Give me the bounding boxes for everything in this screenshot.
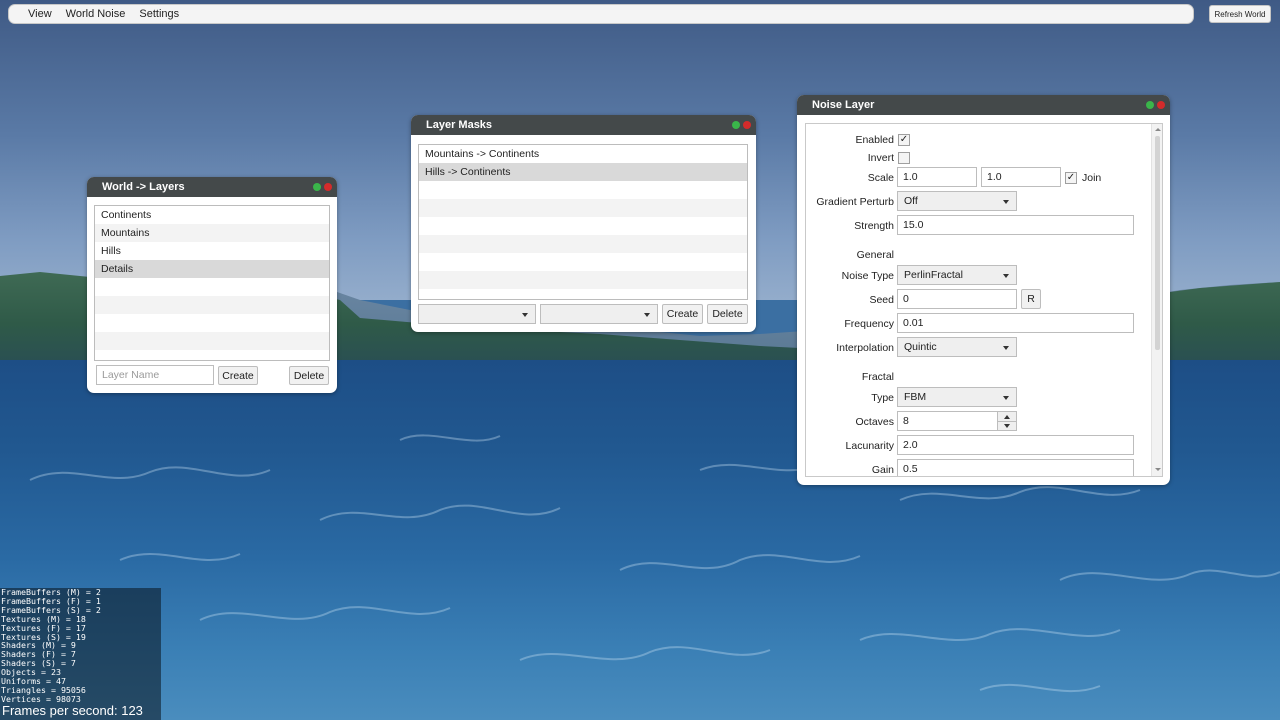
- layers-list: Continents Mountains Hills Details: [94, 205, 330, 361]
- empty-row: [95, 296, 329, 314]
- chevron-down-icon: [1003, 274, 1009, 278]
- octaves-input[interactable]: [897, 411, 998, 431]
- list-item[interactable]: Hills: [95, 242, 329, 260]
- random-seed-button[interactable]: R: [1021, 289, 1041, 309]
- scroll-down-icon[interactable]: [1155, 468, 1161, 471]
- scroll-up-icon[interactable]: [1155, 128, 1161, 131]
- window-title: Noise Layer: [812, 99, 875, 111]
- maximize-dot-icon[interactable]: [1146, 101, 1154, 109]
- world-layers-title-bar[interactable]: World -> Layers: [87, 177, 337, 197]
- gradient-perturb-dropdown[interactable]: Off: [897, 191, 1017, 211]
- interpolation-dropdown[interactable]: Quintic: [897, 337, 1017, 357]
- delete-mask-button[interactable]: Delete: [707, 304, 748, 324]
- layer-name-input[interactable]: [96, 365, 214, 385]
- maximize-dot-icon[interactable]: [313, 183, 321, 191]
- combo-value: Off: [904, 195, 918, 207]
- masks-list: Mountains -> Continents Hills -> Contine…: [418, 144, 748, 300]
- scrollbar-thumb[interactable]: [1155, 136, 1160, 350]
- world-layers-window: World -> Layers Continents Mountains Hil…: [87, 177, 337, 393]
- mask-target-dropdown[interactable]: [540, 304, 658, 324]
- window-title: Layer Masks: [426, 119, 493, 131]
- fractal-type-label: Type: [871, 392, 894, 404]
- octaves-stepper[interactable]: [997, 411, 1017, 431]
- join-checkbox[interactable]: ✓: [1065, 172, 1077, 184]
- properties-scrollbar[interactable]: [1151, 124, 1162, 476]
- render-stats-overlay: FrameBuffers (M) = 2 FrameBuffers (F) = …: [0, 588, 161, 720]
- close-dot-icon[interactable]: [324, 183, 332, 191]
- frequency-input[interactable]: [897, 313, 1134, 333]
- noise-layer-window: Noise Layer Enabled ✓ Invert Scale ✓ Joi…: [797, 95, 1170, 485]
- lacunarity-input[interactable]: [897, 435, 1134, 455]
- maximize-dot-icon[interactable]: [732, 121, 740, 129]
- noise-type-dropdown[interactable]: PerlinFractal: [897, 265, 1017, 285]
- refresh-world-button[interactable]: Refresh World: [1209, 5, 1271, 23]
- empty-row: [95, 314, 329, 332]
- gradient-perturb-label: Gradient Perturb: [816, 196, 894, 208]
- octaves-label: Octaves: [855, 416, 894, 428]
- empty-row: [419, 253, 747, 271]
- chevron-down-icon: [644, 313, 650, 317]
- chevron-down-icon: [1003, 200, 1009, 204]
- scale-y-input[interactable]: [981, 167, 1061, 187]
- noise-properties-panel: Enabled ✓ Invert Scale ✓ Join Gradient P…: [805, 123, 1163, 477]
- lacunarity-label: Lacunarity: [845, 440, 894, 452]
- noise-type-label: Noise Type: [841, 270, 894, 282]
- close-dot-icon[interactable]: [743, 121, 751, 129]
- menu-view[interactable]: View: [21, 8, 59, 20]
- delete-layer-button[interactable]: Delete: [289, 366, 329, 385]
- menu-settings[interactable]: Settings: [132, 8, 186, 20]
- frequency-label: Frequency: [844, 318, 894, 330]
- chevron-down-icon: [522, 313, 528, 317]
- gain-input[interactable]: [897, 459, 1134, 476]
- list-item[interactable]: Continents: [95, 206, 329, 224]
- empty-row: [419, 235, 747, 253]
- layer-masks-window: Layer Masks Mountains -> Continents Hill…: [411, 115, 756, 332]
- strength-label: Strength: [854, 220, 894, 232]
- list-item[interactable]: Mountains -> Continents: [419, 145, 747, 163]
- invert-checkbox[interactable]: [898, 152, 910, 164]
- enabled-checkbox[interactable]: ✓: [898, 134, 910, 146]
- list-item-selected[interactable]: Hills -> Continents: [419, 163, 747, 181]
- chevron-down-icon: [1003, 346, 1009, 350]
- stepper-down-icon[interactable]: [1004, 424, 1010, 428]
- menu-world-noise[interactable]: World Noise: [59, 8, 133, 20]
- fractal-section-label: Fractal: [861, 371, 894, 383]
- noise-layer-title-bar[interactable]: Noise Layer: [797, 95, 1170, 115]
- enabled-label: Enabled: [855, 134, 894, 146]
- layer-masks-title-bar[interactable]: Layer Masks: [411, 115, 756, 135]
- window-title: World -> Layers: [102, 181, 185, 193]
- main-menubar: View World Noise Settings: [8, 4, 1194, 24]
- seed-input[interactable]: [897, 289, 1017, 309]
- combo-value: PerlinFractal: [904, 269, 963, 281]
- empty-row: [419, 199, 747, 217]
- fractal-type-dropdown[interactable]: FBM: [897, 387, 1017, 407]
- scale-x-input[interactable]: [897, 167, 977, 187]
- list-item-selected[interactable]: Details: [95, 260, 329, 278]
- empty-row: [419, 271, 747, 289]
- create-mask-button[interactable]: Create: [662, 304, 703, 324]
- empty-row: [95, 278, 329, 296]
- combo-value: FBM: [904, 391, 927, 403]
- seed-label: Seed: [869, 294, 894, 306]
- scale-label: Scale: [867, 172, 894, 184]
- join-label: Join: [1082, 172, 1102, 184]
- chevron-down-icon: [1003, 396, 1009, 400]
- create-layer-button[interactable]: Create: [218, 366, 258, 385]
- general-section-label: General: [856, 249, 894, 261]
- combo-value: Quintic: [904, 341, 937, 353]
- list-item[interactable]: Mountains: [95, 224, 329, 242]
- stepper-up-icon[interactable]: [1004, 415, 1010, 419]
- empty-row: [95, 332, 329, 350]
- fps-counter: Frames per second: 123: [2, 703, 143, 718]
- gain-label: Gain: [871, 464, 894, 476]
- mask-source-dropdown[interactable]: [418, 304, 536, 324]
- invert-label: Invert: [867, 152, 894, 164]
- close-dot-icon[interactable]: [1157, 101, 1165, 109]
- strength-input[interactable]: [897, 215, 1134, 235]
- interpolation-label: Interpolation: [836, 342, 894, 354]
- empty-row: [419, 181, 747, 199]
- empty-row: [419, 217, 747, 235]
